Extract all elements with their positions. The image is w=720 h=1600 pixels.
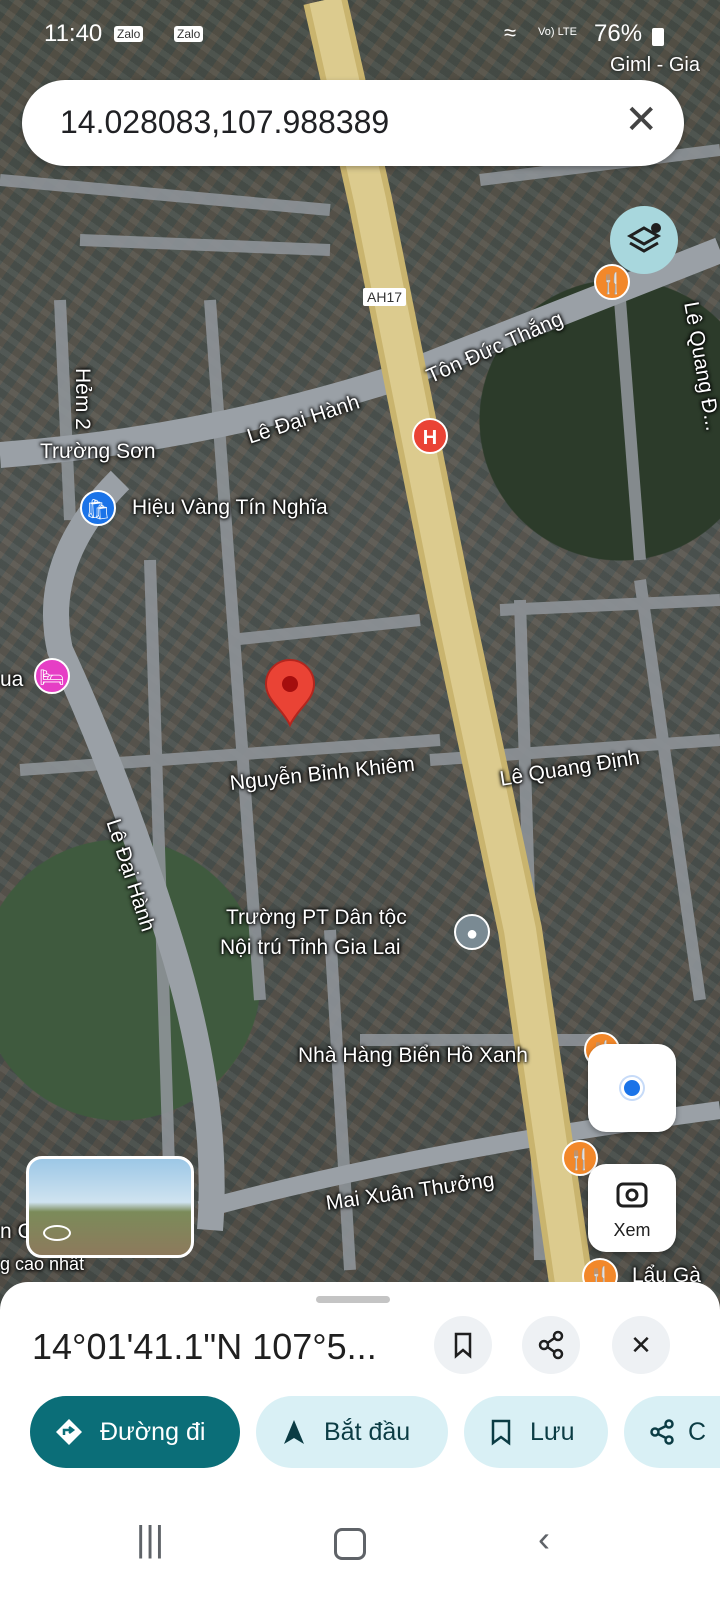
save-button[interactable]: Lưu [464, 1396, 608, 1468]
start-label: Bắt đầu [324, 1417, 411, 1446]
road-shield: AH17 [363, 288, 407, 306]
navigation-arrow-icon [284, 1420, 304, 1444]
street-view-icon [43, 1225, 71, 1241]
hospital-icon[interactable]: H [412, 418, 448, 454]
school-pin-icon[interactable]: ● [454, 914, 490, 950]
close-sheet-button[interactable]: ✕ [612, 1316, 670, 1374]
layers-button[interactable] [610, 206, 678, 274]
lens-label: Xem [613, 1220, 651, 1240]
system-nav-bar: ||| ‹ [0, 1500, 720, 1600]
zalo-icon: Zalo [174, 26, 204, 42]
street-label: Hẻm 2 [71, 368, 94, 430]
directions-label: Đường đi [100, 1417, 206, 1446]
map-corner-label: Giml - Gia [610, 54, 700, 76]
hotel-icon[interactable]: 🛏 [34, 658, 70, 694]
share-icon-button[interactable] [522, 1316, 580, 1374]
network-label: Vo) LTE [538, 26, 577, 38]
back-icon[interactable]: ‹ [538, 1518, 550, 1560]
place-label[interactable]: Trường PT Dân tộc [226, 906, 407, 930]
zalo-icon: Zalo [114, 26, 144, 42]
jewelry-store-icon[interactable]: 🛍 [80, 490, 116, 526]
search-query[interactable]: 14.028083,107.988389 [60, 104, 389, 141]
battery-level: 76% [594, 20, 643, 47]
location-pin-icon[interactable] [264, 659, 316, 728]
share-icon [538, 1330, 564, 1360]
coordinates-title: 14°01'41.1"N 107°5... [32, 1326, 377, 1367]
save-label: Lưu [530, 1417, 575, 1446]
start-button[interactable]: Bắt đầu [256, 1396, 448, 1468]
lens-explore-button[interactable]: Xem [588, 1164, 676, 1252]
my-location-button[interactable] [588, 1044, 676, 1132]
layers-icon [626, 223, 662, 253]
street-view-thumbnail[interactable] [26, 1156, 194, 1258]
map-view[interactable]: AH17 Tôn Đức Thắng Lê Đại Hành Trường Sơ… [0, 0, 720, 1310]
battery-icon [652, 28, 664, 46]
share-label: C [688, 1417, 707, 1446]
directions-icon [56, 1419, 82, 1445]
sheet-drag-handle[interactable] [316, 1296, 390, 1303]
directions-button[interactable]: Đường đi [30, 1396, 240, 1468]
status-bar: 11:40 Zalo Zalo Vo) LTE ≈ 76% Giml - Gia [0, 20, 720, 76]
place-label[interactable]: Nhà Hàng Biển Hồ Xanh [298, 1044, 528, 1068]
bookmark-icon [491, 1419, 511, 1446]
wifi-icon: ≈ [504, 20, 517, 45]
lens-icon [616, 1182, 648, 1208]
my-location-icon [621, 1077, 643, 1099]
place-label[interactable]: Nội trú Tỉnh Gia Lai [220, 936, 401, 960]
recent-apps-icon[interactable]: ||| [136, 1518, 164, 1560]
share-icon [650, 1419, 674, 1445]
place-label[interactable]: Hiệu Vàng Tín Nghĩa [132, 496, 328, 520]
search-bar[interactable]: 14.028083,107.988389 ✕ [22, 80, 684, 166]
bookmark-icon [454, 1332, 472, 1359]
street-label: Trường Sơn [40, 440, 156, 463]
share-button[interactable]: C [624, 1396, 720, 1468]
save-icon-button[interactable] [434, 1316, 492, 1374]
clear-search-icon[interactable]: ✕ [624, 100, 658, 140]
status-time: 11:40 [44, 20, 103, 47]
place-label[interactable]: ua [0, 668, 23, 692]
close-icon: ✕ [630, 1330, 652, 1360]
